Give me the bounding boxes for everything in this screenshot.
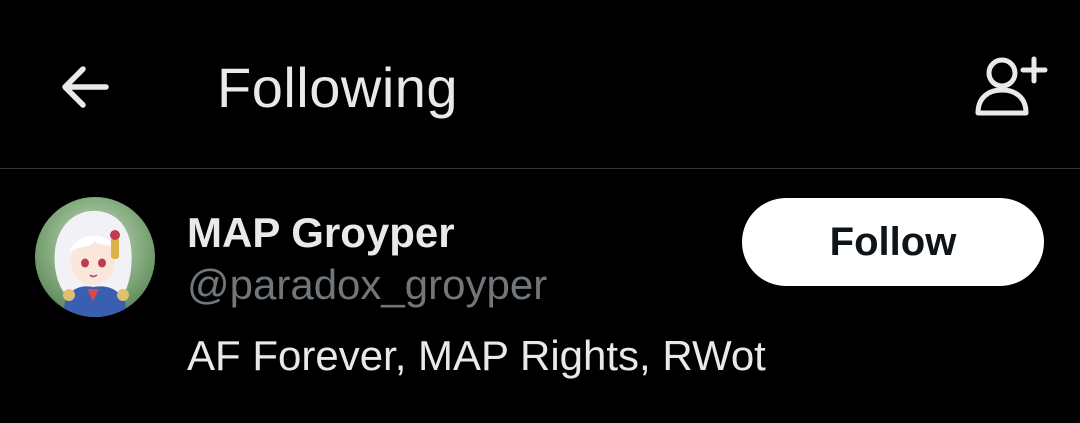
- add-user-button[interactable]: [968, 50, 1052, 122]
- avatar[interactable]: [35, 197, 155, 317]
- page-title: Following: [217, 56, 459, 119]
- user-list-item[interactable]: MAP Groyper @paradox_groyper AF Forever,…: [0, 169, 1080, 423]
- user-bio: AF Forever, MAP Rights, RWot: [187, 332, 766, 379]
- follow-button[interactable]: Follow: [742, 198, 1044, 286]
- person-add-icon: [975, 56, 1048, 116]
- top-app-bar: Following: [0, 0, 1080, 168]
- arrow-left-icon: [62, 66, 109, 108]
- user-handle[interactable]: @paradox_groyper: [187, 261, 547, 309]
- profile-avatar: [35, 197, 155, 317]
- display-name[interactable]: MAP Groyper: [187, 209, 455, 257]
- back-button[interactable]: [52, 55, 116, 119]
